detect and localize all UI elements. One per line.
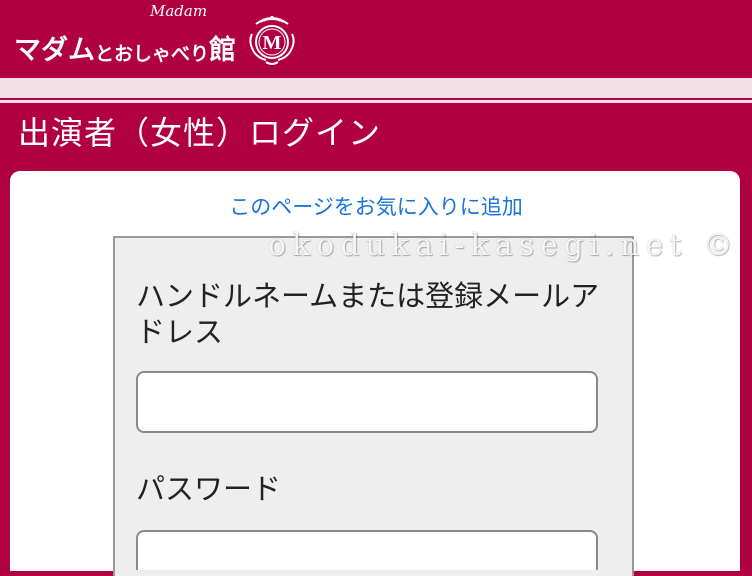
logo-script-madam: Madam xyxy=(150,2,208,20)
site-logo[interactable]: マダム とおしゃべり 館 xyxy=(14,14,236,68)
password-label: パスワード xyxy=(136,472,282,506)
handle-or-email-input[interactable] xyxy=(136,371,598,433)
emblem-letter: M xyxy=(263,32,282,54)
crest-emblem-icon: M xyxy=(249,16,295,65)
logo-text-madam: マダム xyxy=(14,35,95,66)
handle-or-email-label: ハンドルネームまたは登録メールアドレス xyxy=(136,279,600,349)
site-header: マダム とおしゃべり 館 Madam M xyxy=(0,0,752,78)
header-divider-band xyxy=(0,78,752,98)
password-input[interactable] xyxy=(136,530,598,570)
logo-text-oshaberi: とおしゃべり xyxy=(95,43,210,65)
page-title: 出演者（女性）ログイン xyxy=(18,114,382,152)
add-to-favorites-link[interactable]: このページをお気に入りに追加 xyxy=(0,192,752,222)
logo-text-kan: 館 xyxy=(209,35,237,66)
